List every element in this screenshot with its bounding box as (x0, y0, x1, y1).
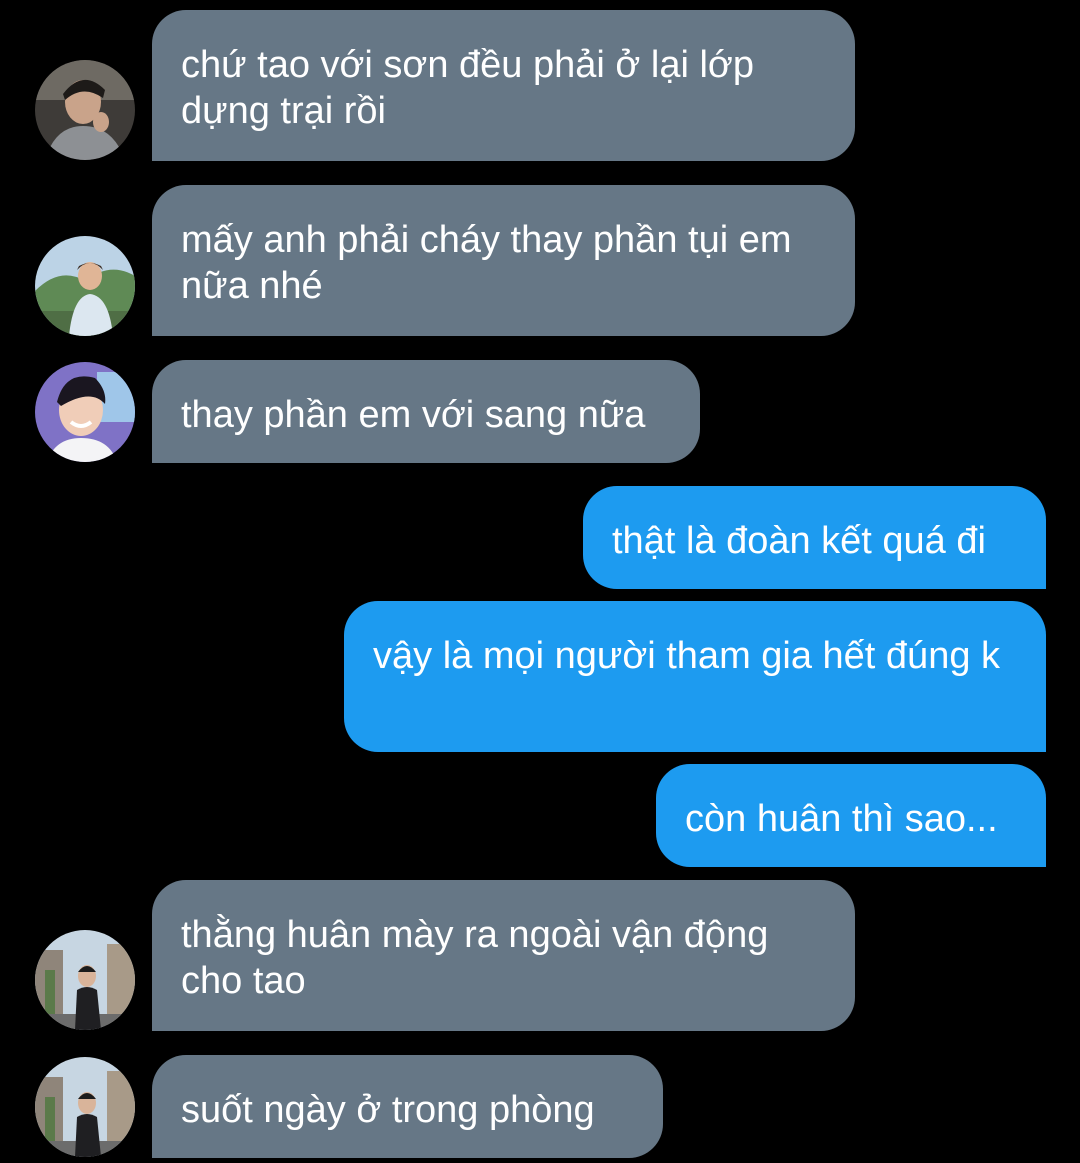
message-bubble-outgoing[interactable]: còn huân thì sao... (656, 764, 1046, 867)
message-bubble-incoming[interactable]: mấy anh phải cháy thay phần tụi em nữa n… (152, 185, 855, 336)
message-bubble-incoming[interactable]: thay phần em với sang nữa (152, 360, 700, 463)
message-bubble-outgoing[interactable]: thật là đoàn kết quá đi (583, 486, 1046, 589)
avatar[interactable] (35, 362, 135, 462)
message-bubble-incoming[interactable]: chứ tao với sơn đều phải ở lại lớp dựng … (152, 10, 855, 161)
avatar[interactable] (35, 1057, 135, 1157)
message-bubble-incoming[interactable]: thằng huân mày ra ngoài vận động cho tao (152, 880, 855, 1031)
avatar[interactable] (35, 930, 135, 1030)
message-bubble-outgoing[interactable]: vậy là mọi người tham gia hết đúng k (344, 601, 1046, 752)
avatar[interactable] (35, 236, 135, 336)
chat-thread: chứ tao với sơn đều phải ở lại lớp dựng … (0, 0, 1080, 1163)
message-bubble-incoming[interactable]: suốt ngày ở trong phòng (152, 1055, 663, 1158)
avatar[interactable] (35, 60, 135, 160)
